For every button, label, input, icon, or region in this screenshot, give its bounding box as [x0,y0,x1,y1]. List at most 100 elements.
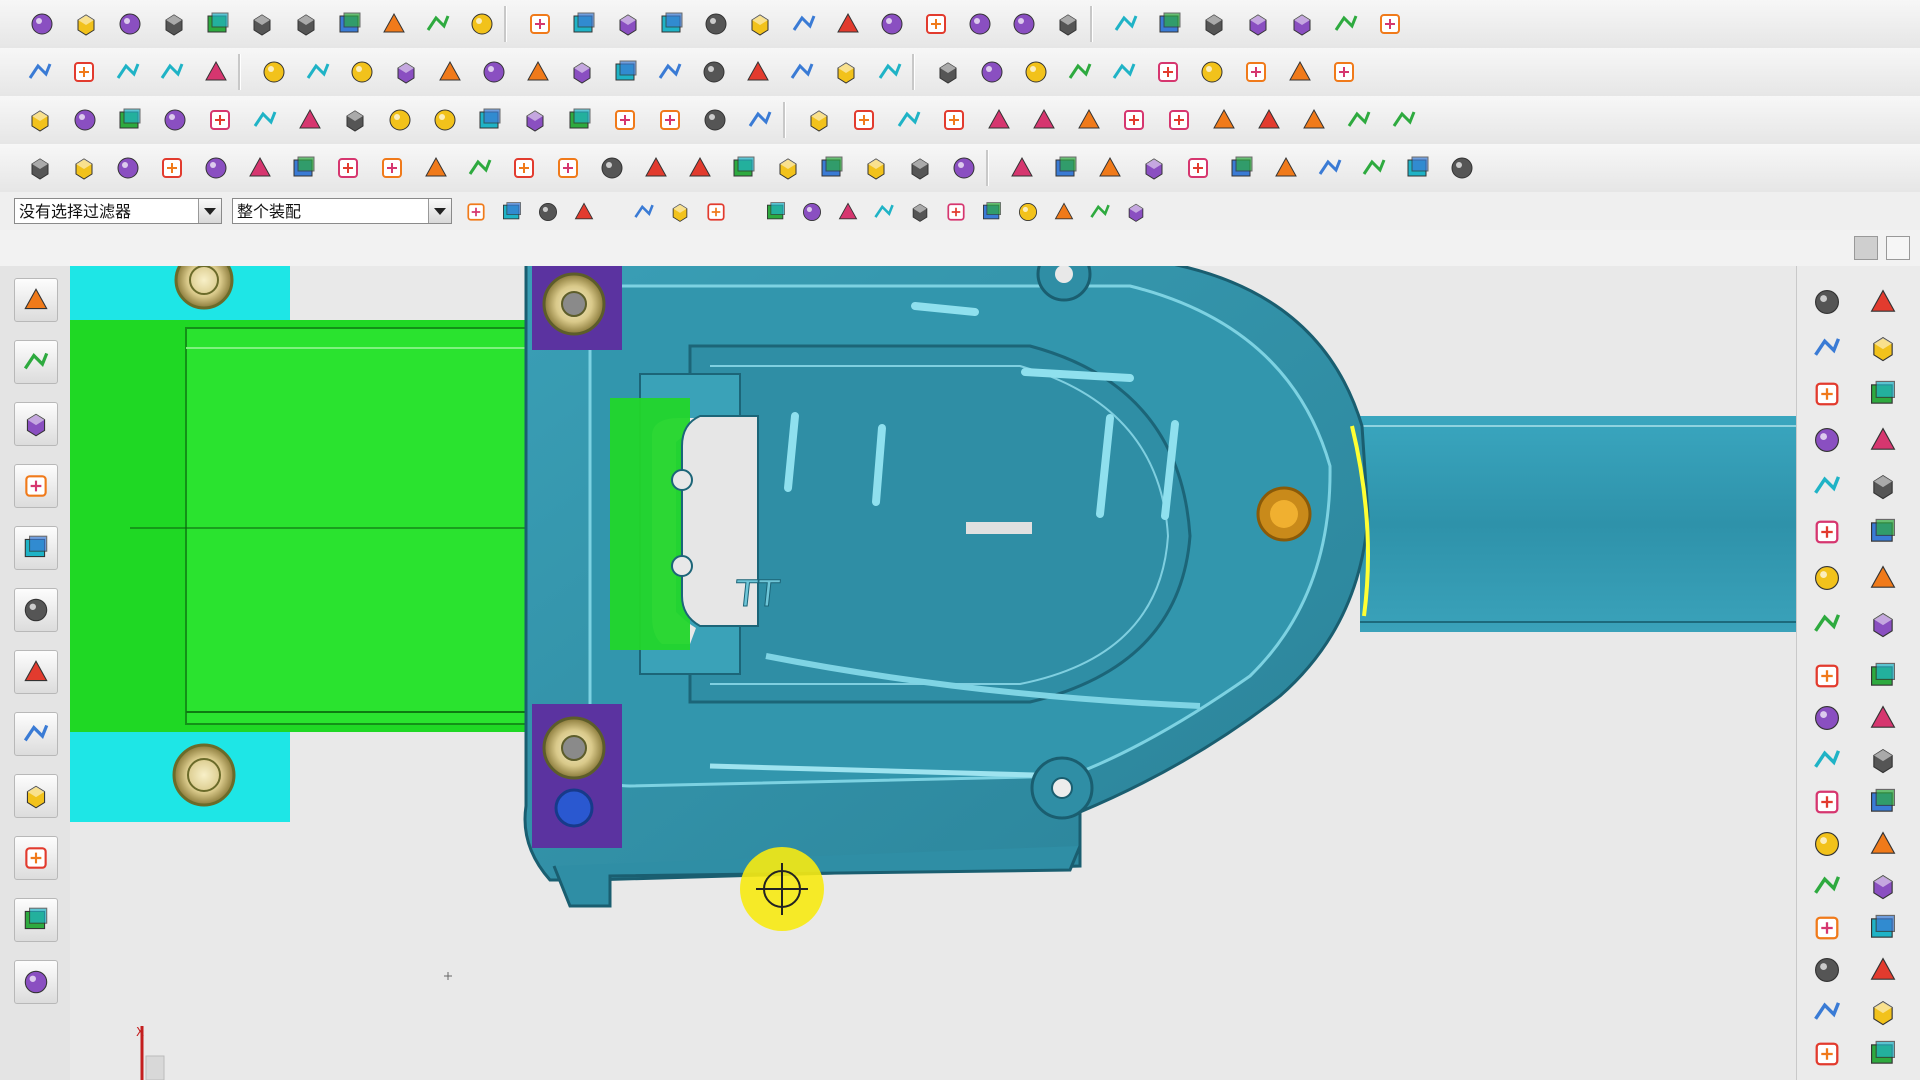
ejector-pin-icon[interactable] [1863,420,1903,460]
component-icon[interactable] [893,104,925,136]
text-a-icon[interactable] [464,152,496,184]
analysis-icon[interactable] [1242,8,1274,40]
cooling-channel-icon[interactable] [1863,466,1903,506]
drill-icon[interactable] [948,152,980,184]
selection-filter-dropdown[interactable]: 没有选择过滤器 [14,198,222,224]
constraint-icon[interactable] [1073,104,1105,136]
mold-tool-icon[interactable] [1863,1034,1903,1074]
arc-icon[interactable] [870,198,898,226]
solid-icon[interactable] [24,104,56,136]
history-icon[interactable] [14,588,58,632]
mold-tool-icon[interactable] [1863,698,1903,738]
slash-icon[interactable] [1028,104,1060,136]
circle-icon[interactable] [384,104,416,136]
layer-icon[interactable] [68,56,100,88]
rotate-icon[interactable] [1118,104,1150,136]
bill-of-materials-icon[interactable] [1807,558,1847,598]
parting-icon[interactable] [288,152,320,184]
mold-wizard-icon[interactable] [24,152,56,184]
mold-tool-icon[interactable] [1807,908,1847,948]
text-icon[interactable] [522,56,554,88]
sheet-icon[interactable] [332,152,364,184]
curve-icon[interactable] [1330,8,1362,40]
view-icon[interactable] [570,198,598,226]
box-select-icon[interactable] [702,198,730,226]
mold-design-validation-icon[interactable] [1807,282,1847,322]
hatch-icon[interactable] [429,104,461,136]
sub-insert-icon[interactable] [1807,374,1847,414]
parallelogram-icon[interactable] [564,104,596,136]
mold-tool-icon[interactable] [1807,782,1847,822]
insert-icon[interactable] [684,152,716,184]
half-disc-icon[interactable] [1094,152,1126,184]
move-icon[interactable] [630,198,658,226]
assembly-navigator-icon[interactable] [14,278,58,322]
reuse-library-icon[interactable] [14,464,58,508]
wire-icon[interactable] [244,152,276,184]
cavity-icon[interactable] [112,152,144,184]
dark-block-icon[interactable] [376,152,408,184]
tangent-icon[interactable] [1014,198,1042,226]
check-icon[interactable] [699,104,731,136]
revolve-icon[interactable] [422,8,454,40]
red-circle-icon[interactable] [1138,152,1170,184]
mold-tool-icon[interactable] [1807,950,1847,990]
point-icon[interactable] [1152,56,1184,88]
sprue-icon[interactable] [1006,152,1038,184]
csys-icon[interactable] [1108,56,1140,88]
quadrant-icon[interactable] [978,198,1006,226]
fit-icon[interactable] [294,104,326,136]
mold-tool-icon[interactable] [1807,740,1847,780]
graphics-window[interactable]: TT X [70,266,1796,1080]
resize-icon[interactable] [434,56,466,88]
end-point-icon[interactable] [798,198,826,226]
window-icon[interactable] [983,104,1015,136]
layers-icon[interactable] [519,104,551,136]
grid-icon[interactable] [24,56,56,88]
surface-icon[interactable] [876,8,908,40]
face-icon[interactable] [466,8,498,40]
cooling-icon[interactable] [640,152,672,184]
line-icon[interactable] [339,104,371,136]
edit-body-icon[interactable] [258,56,290,88]
electrode-icon[interactable] [728,152,760,184]
section-icon[interactable] [156,56,188,88]
red-disc-icon[interactable] [1050,152,1082,184]
rotate-icon[interactable] [666,198,694,226]
mold-tool-icon[interactable] [1863,866,1903,906]
mold-tool-icon[interactable] [1807,866,1847,906]
thicken-icon[interactable] [1328,56,1360,88]
block-icon[interactable] [114,104,146,136]
loft-icon[interactable] [1008,8,1040,40]
mold-tool-icon[interactable] [1807,1034,1847,1074]
trim-body-icon[interactable] [1240,56,1272,88]
datum-axis-icon[interactable] [1020,56,1052,88]
clock-icon[interactable] [830,56,862,88]
runner-icon[interactable] [1807,512,1847,552]
frame-icon[interactable] [742,56,774,88]
mold-tool-icon[interactable] [1863,740,1903,780]
route-icon[interactable] [1298,104,1330,136]
person-icon[interactable] [848,104,880,136]
angle-icon[interactable] [786,56,818,88]
move-face-icon[interactable] [390,56,422,88]
sketch-icon[interactable] [334,8,366,40]
mold-tool-icon[interactable] [1807,698,1847,738]
screw-icon[interactable] [1270,152,1302,184]
slider-lifter-icon[interactable] [1863,512,1903,552]
mold-tool-icon[interactable] [1863,824,1903,864]
sync-icon[interactable] [302,56,334,88]
crosshair-icon[interactable] [474,104,506,136]
snap-icon[interactable] [498,198,526,226]
blend-icon[interactable] [700,8,732,40]
draft-icon[interactable] [788,8,820,40]
table-icon[interactable] [566,56,598,88]
bolt-icon[interactable] [1226,152,1258,184]
offset-icon[interactable] [1052,8,1084,40]
diamond-icon[interactable] [69,104,101,136]
maximize-view-icon[interactable] [1886,236,1910,260]
triangle-icon[interactable] [112,56,144,88]
box-icon[interactable] [202,8,234,40]
material-icon[interactable] [654,56,686,88]
cube-3d-icon[interactable] [1122,198,1150,226]
